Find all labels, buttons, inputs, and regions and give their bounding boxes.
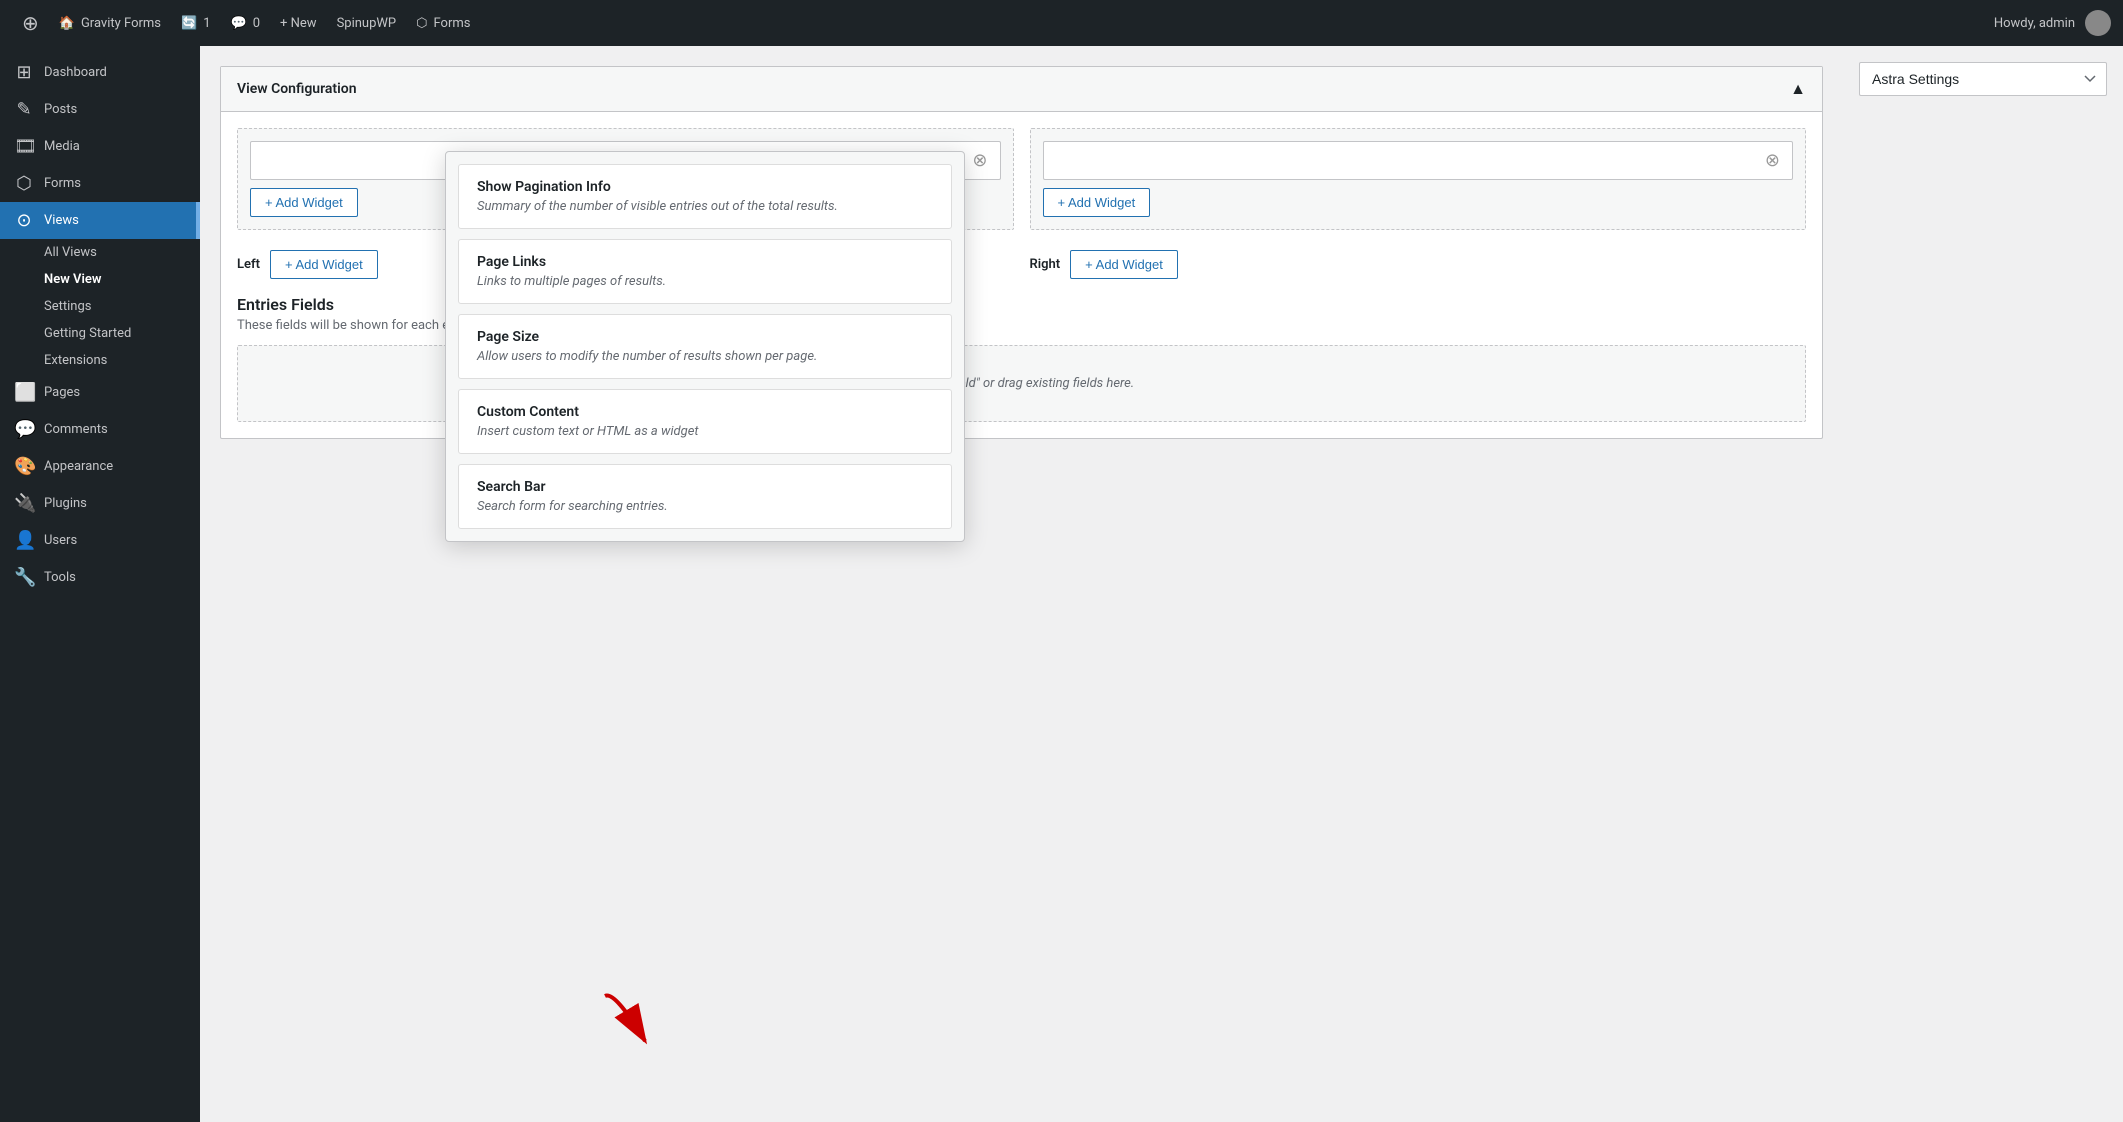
posts-icon: ✎ bbox=[14, 99, 34, 120]
view-config-title: View Configuration bbox=[237, 81, 357, 97]
sidebar-item-forms[interactable]: ⬡Forms bbox=[0, 165, 200, 202]
main-content: View Configuration ▲ ⊗ + Add Widget bbox=[200, 46, 1843, 1122]
chooser-item-desc-3: Insert custom text or HTML as a widget bbox=[477, 424, 933, 439]
left-zone-label: Left bbox=[237, 257, 260, 272]
astra-settings-select[interactable]: Astra Settings bbox=[1859, 62, 2107, 96]
submenu-item-extensions[interactable]: Extensions bbox=[0, 347, 200, 374]
widget-item-right: ⊗ bbox=[1043, 141, 1794, 180]
forms-icon: ⬡ bbox=[416, 16, 427, 31]
chooser-item-title-2: Page Size bbox=[477, 329, 933, 345]
add-widget-left-button[interactable]: + Add Widget bbox=[250, 188, 358, 217]
widget-chooser: Show Pagination Info Summary of the numb… bbox=[445, 151, 965, 542]
chooser-item-desc-1: Links to multiple pages of results. bbox=[477, 274, 933, 289]
add-widget-bottom-right[interactable]: + Add Widget bbox=[1070, 250, 1178, 279]
red-arrow-indicator bbox=[595, 986, 675, 1060]
avatar[interactable] bbox=[2085, 10, 2111, 36]
chooser-item-desc-4: Search form for searching entries. bbox=[477, 499, 933, 514]
admin-menu: ⊞Dashboard✎Posts🎞Media⬡Forms⊙ViewsAll Vi… bbox=[0, 46, 200, 1122]
dashboard-icon: ⊞ bbox=[14, 62, 34, 83]
comments-item[interactable]: 💬 0 bbox=[221, 0, 271, 46]
updates-icon: 🔄 bbox=[181, 16, 197, 31]
home-icon: 🏠 bbox=[59, 16, 75, 31]
right-sidebar: Astra Settings bbox=[1843, 46, 2123, 1122]
users-icon: 👤 bbox=[14, 530, 34, 551]
sidebar-item-appearance[interactable]: 🎨Appearance bbox=[0, 448, 200, 485]
pages-icon: ⬜ bbox=[14, 382, 34, 403]
chooser-item-title-3: Custom Content bbox=[477, 404, 933, 420]
widget-remove-right-icon[interactable]: ⊗ bbox=[1765, 150, 1780, 171]
chooser-item-desc-2: Allow users to modify the number of resu… bbox=[477, 349, 933, 364]
add-widget-right-button[interactable]: + Add Widget bbox=[1043, 188, 1151, 217]
submenu-item-new-view[interactable]: New View bbox=[0, 266, 200, 293]
sidebar-item-dashboard[interactable]: ⊞Dashboard bbox=[0, 54, 200, 91]
plugins-icon: 🔌 bbox=[14, 493, 34, 514]
new-item[interactable]: + New bbox=[270, 0, 327, 46]
sidebar-item-media[interactable]: 🎞Media bbox=[0, 128, 200, 165]
submenu-item-settings[interactable]: Settings bbox=[0, 293, 200, 320]
chooser-item-desc-0: Summary of the number of visible entries… bbox=[477, 199, 933, 214]
sidebar-item-users[interactable]: 👤Users bbox=[0, 522, 200, 559]
appearance-icon: 🎨 bbox=[14, 456, 34, 477]
right-zone-label: Right bbox=[1030, 257, 1061, 272]
collapse-icon[interactable]: ▲ bbox=[1790, 79, 1806, 99]
view-config-header: View Configuration ▲ bbox=[221, 67, 1822, 112]
widget-remove-icon[interactable]: ⊗ bbox=[972, 150, 987, 171]
chooser-item-3[interactable]: Custom Content Insert custom text or HTM… bbox=[458, 389, 952, 454]
chooser-item-1[interactable]: Page Links Links to multiple pages of re… bbox=[458, 239, 952, 304]
add-widget-bottom-left[interactable]: + Add Widget bbox=[270, 250, 378, 279]
media-icon: 🎞 bbox=[14, 136, 34, 157]
views-icon: ⊙ bbox=[14, 210, 34, 231]
sidebar-item-plugins[interactable]: 🔌Plugins bbox=[0, 485, 200, 522]
comments-icon: 💬 bbox=[14, 419, 34, 440]
sidebar-item-tools[interactable]: 🔧Tools bbox=[0, 559, 200, 596]
sidebar-item-posts[interactable]: ✎Posts bbox=[0, 91, 200, 128]
sidebar-item-pages[interactable]: ⬜Pages bbox=[0, 374, 200, 411]
tools-icon: 🔧 bbox=[14, 567, 34, 588]
widget-zone-right: ⊗ + Add Widget bbox=[1030, 128, 1807, 230]
submenu-item-getting-started[interactable]: Getting Started bbox=[0, 320, 200, 347]
admin-bar: ⊕ 🏠 Gravity Forms 🔄 1 💬 0 + New SpinupWP… bbox=[0, 0, 2123, 46]
site-name[interactable]: 🏠 Gravity Forms bbox=[49, 0, 171, 46]
updates-item[interactable]: 🔄 1 bbox=[171, 0, 221, 46]
submenu-item-all-views[interactable]: All Views bbox=[0, 239, 200, 266]
spinupwp-item[interactable]: SpinupWP bbox=[327, 0, 407, 46]
chooser-item-title-0: Show Pagination Info bbox=[477, 179, 933, 195]
chooser-item-0[interactable]: Show Pagination Info Summary of the numb… bbox=[458, 164, 952, 229]
adminbar-right: Howdy, admin bbox=[1994, 10, 2111, 36]
chooser-item-title-1: Page Links bbox=[477, 254, 933, 270]
comments-icon: 💬 bbox=[231, 16, 247, 31]
chooser-item-4[interactable]: Search Bar Search form for searching ent… bbox=[458, 464, 952, 529]
chooser-item-title-4: Search Bar bbox=[477, 479, 933, 495]
forms-icon: ⬡ bbox=[14, 173, 34, 194]
wp-logo[interactable]: ⊕ bbox=[12, 0, 49, 46]
sidebar-item-views[interactable]: ⊙Views bbox=[0, 202, 200, 239]
chooser-item-2[interactable]: Page Size Allow users to modify the numb… bbox=[458, 314, 952, 379]
forms-item[interactable]: ⬡ Forms bbox=[406, 0, 480, 46]
sidebar-item-comments[interactable]: 💬Comments bbox=[0, 411, 200, 448]
